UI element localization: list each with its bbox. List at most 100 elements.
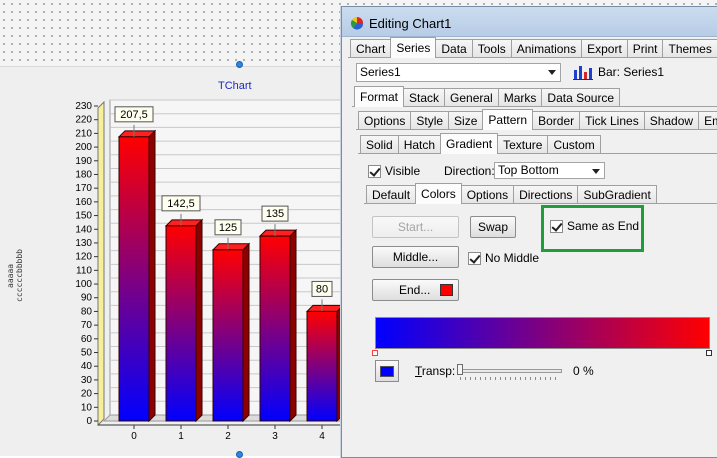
bar-side	[242, 242, 250, 423]
x-tick-label: 3	[272, 431, 278, 442]
tab-style[interactable]: Style	[410, 111, 450, 130]
direction-dropdown[interactable]: Top Bottom	[494, 162, 605, 179]
tab-animations[interactable]: Animations	[510, 39, 583, 58]
format-tab-row: Options Style Size Pattern Border Tick L…	[358, 109, 717, 130]
tab-stack[interactable]: Stack	[403, 88, 446, 107]
x-tick-label: 4	[319, 431, 325, 442]
y-tick-label: 20	[81, 389, 93, 400]
tab-tick-lines[interactable]: Tick Lines	[579, 111, 645, 130]
y-tick-label: 160	[75, 197, 92, 208]
bar	[306, 310, 338, 422]
tab-data-source[interactable]: Data Source	[541, 88, 621, 107]
y-tick-label: 110	[76, 265, 92, 276]
transparency-slider-thumb[interactable]	[457, 364, 463, 375]
selected-stop-color-button[interactable]	[375, 360, 399, 382]
series-tab-divider	[352, 106, 717, 107]
tab-texture[interactable]: Texture	[497, 135, 549, 154]
y-tick-label: 220	[75, 115, 92, 126]
tab-default[interactable]: Default	[366, 185, 417, 204]
middle-color-button[interactable]: Middle...	[372, 246, 459, 268]
tab-border[interactable]: Border	[532, 111, 581, 130]
visible-checkbox-group[interactable]: Visible	[368, 164, 420, 178]
tab-print[interactable]: Print	[626, 39, 664, 58]
tab-emboss[interactable]: Embo	[698, 111, 717, 130]
tab-tools[interactable]: Tools	[471, 39, 512, 58]
data-label: 125	[219, 222, 237, 234]
no-middle-label: No Middle	[485, 251, 540, 265]
y-tick-label: 100	[75, 279, 92, 290]
end-color-swatch	[440, 284, 453, 296]
tab-export[interactable]: Export	[581, 39, 628, 58]
tab-general[interactable]: General	[444, 88, 499, 107]
bar-series-icon	[573, 66, 593, 80]
end-color-button[interactable]: End...	[372, 279, 459, 301]
teechart-app-icon	[350, 17, 364, 30]
data-label: 207,5	[120, 109, 148, 121]
tab-hatch[interactable]: Hatch	[397, 135, 442, 154]
tab-options[interactable]: Options	[358, 111, 412, 130]
transparency-slider-track[interactable]	[457, 369, 562, 373]
gradient-preview-bar[interactable]	[375, 317, 710, 349]
series-info: Bar: Series1	[573, 64, 664, 80]
y-tick-label: 190	[75, 156, 92, 167]
bar	[118, 136, 150, 422]
bar-top	[164, 219, 204, 227]
x-tick-label: 0	[131, 431, 137, 442]
tab-gradient[interactable]: Gradient	[440, 133, 499, 154]
y-tick-label: 180	[75, 169, 92, 180]
tab-subgradient[interactable]: SubGradient	[577, 185, 657, 204]
direction-dropdown-value: Top Bottom	[498, 163, 559, 177]
tab-series[interactable]: Series	[390, 37, 437, 58]
y-tick-label: 130	[75, 238, 92, 249]
transp-value: 0 %	[573, 364, 594, 378]
tab-size[interactable]: Size	[448, 111, 484, 130]
tab-shadow[interactable]: Shadow	[643, 111, 700, 130]
tab-marks[interactable]: Marks	[497, 88, 543, 107]
selected-stop-color-swatch	[380, 366, 394, 377]
y-tick-label: 210	[75, 128, 92, 139]
main-tab-row: Chart Series Data Tools Animations Expor…	[350, 37, 717, 58]
tab-themes[interactable]: Themes	[662, 39, 717, 58]
y-tick-label: 150	[75, 211, 92, 222]
tab-gradient-options[interactable]: Options	[460, 185, 515, 204]
format-tab-divider	[356, 129, 717, 130]
tab-directions[interactable]: Directions	[513, 185, 579, 204]
tab-data[interactable]: Data	[435, 39, 473, 58]
pattern-tab-divider	[358, 153, 717, 154]
bar-chart: 0102030405060708090100110120130140150160…	[75, 99, 345, 442]
bar-side	[289, 228, 297, 423]
y-tick-label: 60	[81, 334, 93, 345]
visible-checkbox[interactable]	[368, 164, 381, 178]
transp-label-rest: ransp:	[421, 364, 456, 378]
series-dropdown[interactable]: Series1	[356, 63, 561, 82]
y-tick-label: 170	[75, 183, 92, 194]
bar	[259, 235, 291, 422]
y-tick-label: 230	[75, 101, 92, 112]
start-color-button[interactable]: Start...	[372, 216, 459, 238]
bar-side	[195, 218, 203, 423]
gradient-tab-row: Default Colors Options Directions SubGra…	[366, 183, 657, 204]
visible-label: Visible	[385, 164, 421, 178]
bar-side	[148, 129, 156, 423]
no-middle-group[interactable]: No Middle	[468, 251, 539, 265]
y-tick-label: 30	[81, 375, 93, 386]
tab-chart[interactable]: Chart	[350, 39, 392, 58]
tab-colors[interactable]: Colors	[415, 183, 462, 204]
no-middle-checkbox[interactable]	[468, 251, 481, 265]
y-tick-label: 200	[75, 142, 92, 153]
data-label: 142,5	[167, 198, 195, 210]
tab-pattern[interactable]: Pattern	[482, 109, 534, 130]
tab-solid[interactable]: Solid	[360, 135, 399, 154]
transp-label: Transp:	[415, 364, 456, 378]
dialog-titlebar[interactable]: Editing Chart1	[342, 7, 717, 37]
y-tick-label: 50	[81, 348, 93, 359]
tab-custom[interactable]: Custom	[547, 135, 601, 154]
data-label: 80	[316, 283, 328, 295]
gradient-stop-end[interactable]	[706, 350, 712, 356]
tab-format[interactable]: Format	[354, 86, 405, 107]
y-tick-label: 120	[75, 252, 92, 263]
x-tick-label: 1	[178, 431, 184, 442]
y-tick-label: 90	[81, 293, 93, 304]
gradient-stop-start[interactable]	[372, 350, 378, 356]
swap-button[interactable]: Swap	[470, 216, 516, 238]
